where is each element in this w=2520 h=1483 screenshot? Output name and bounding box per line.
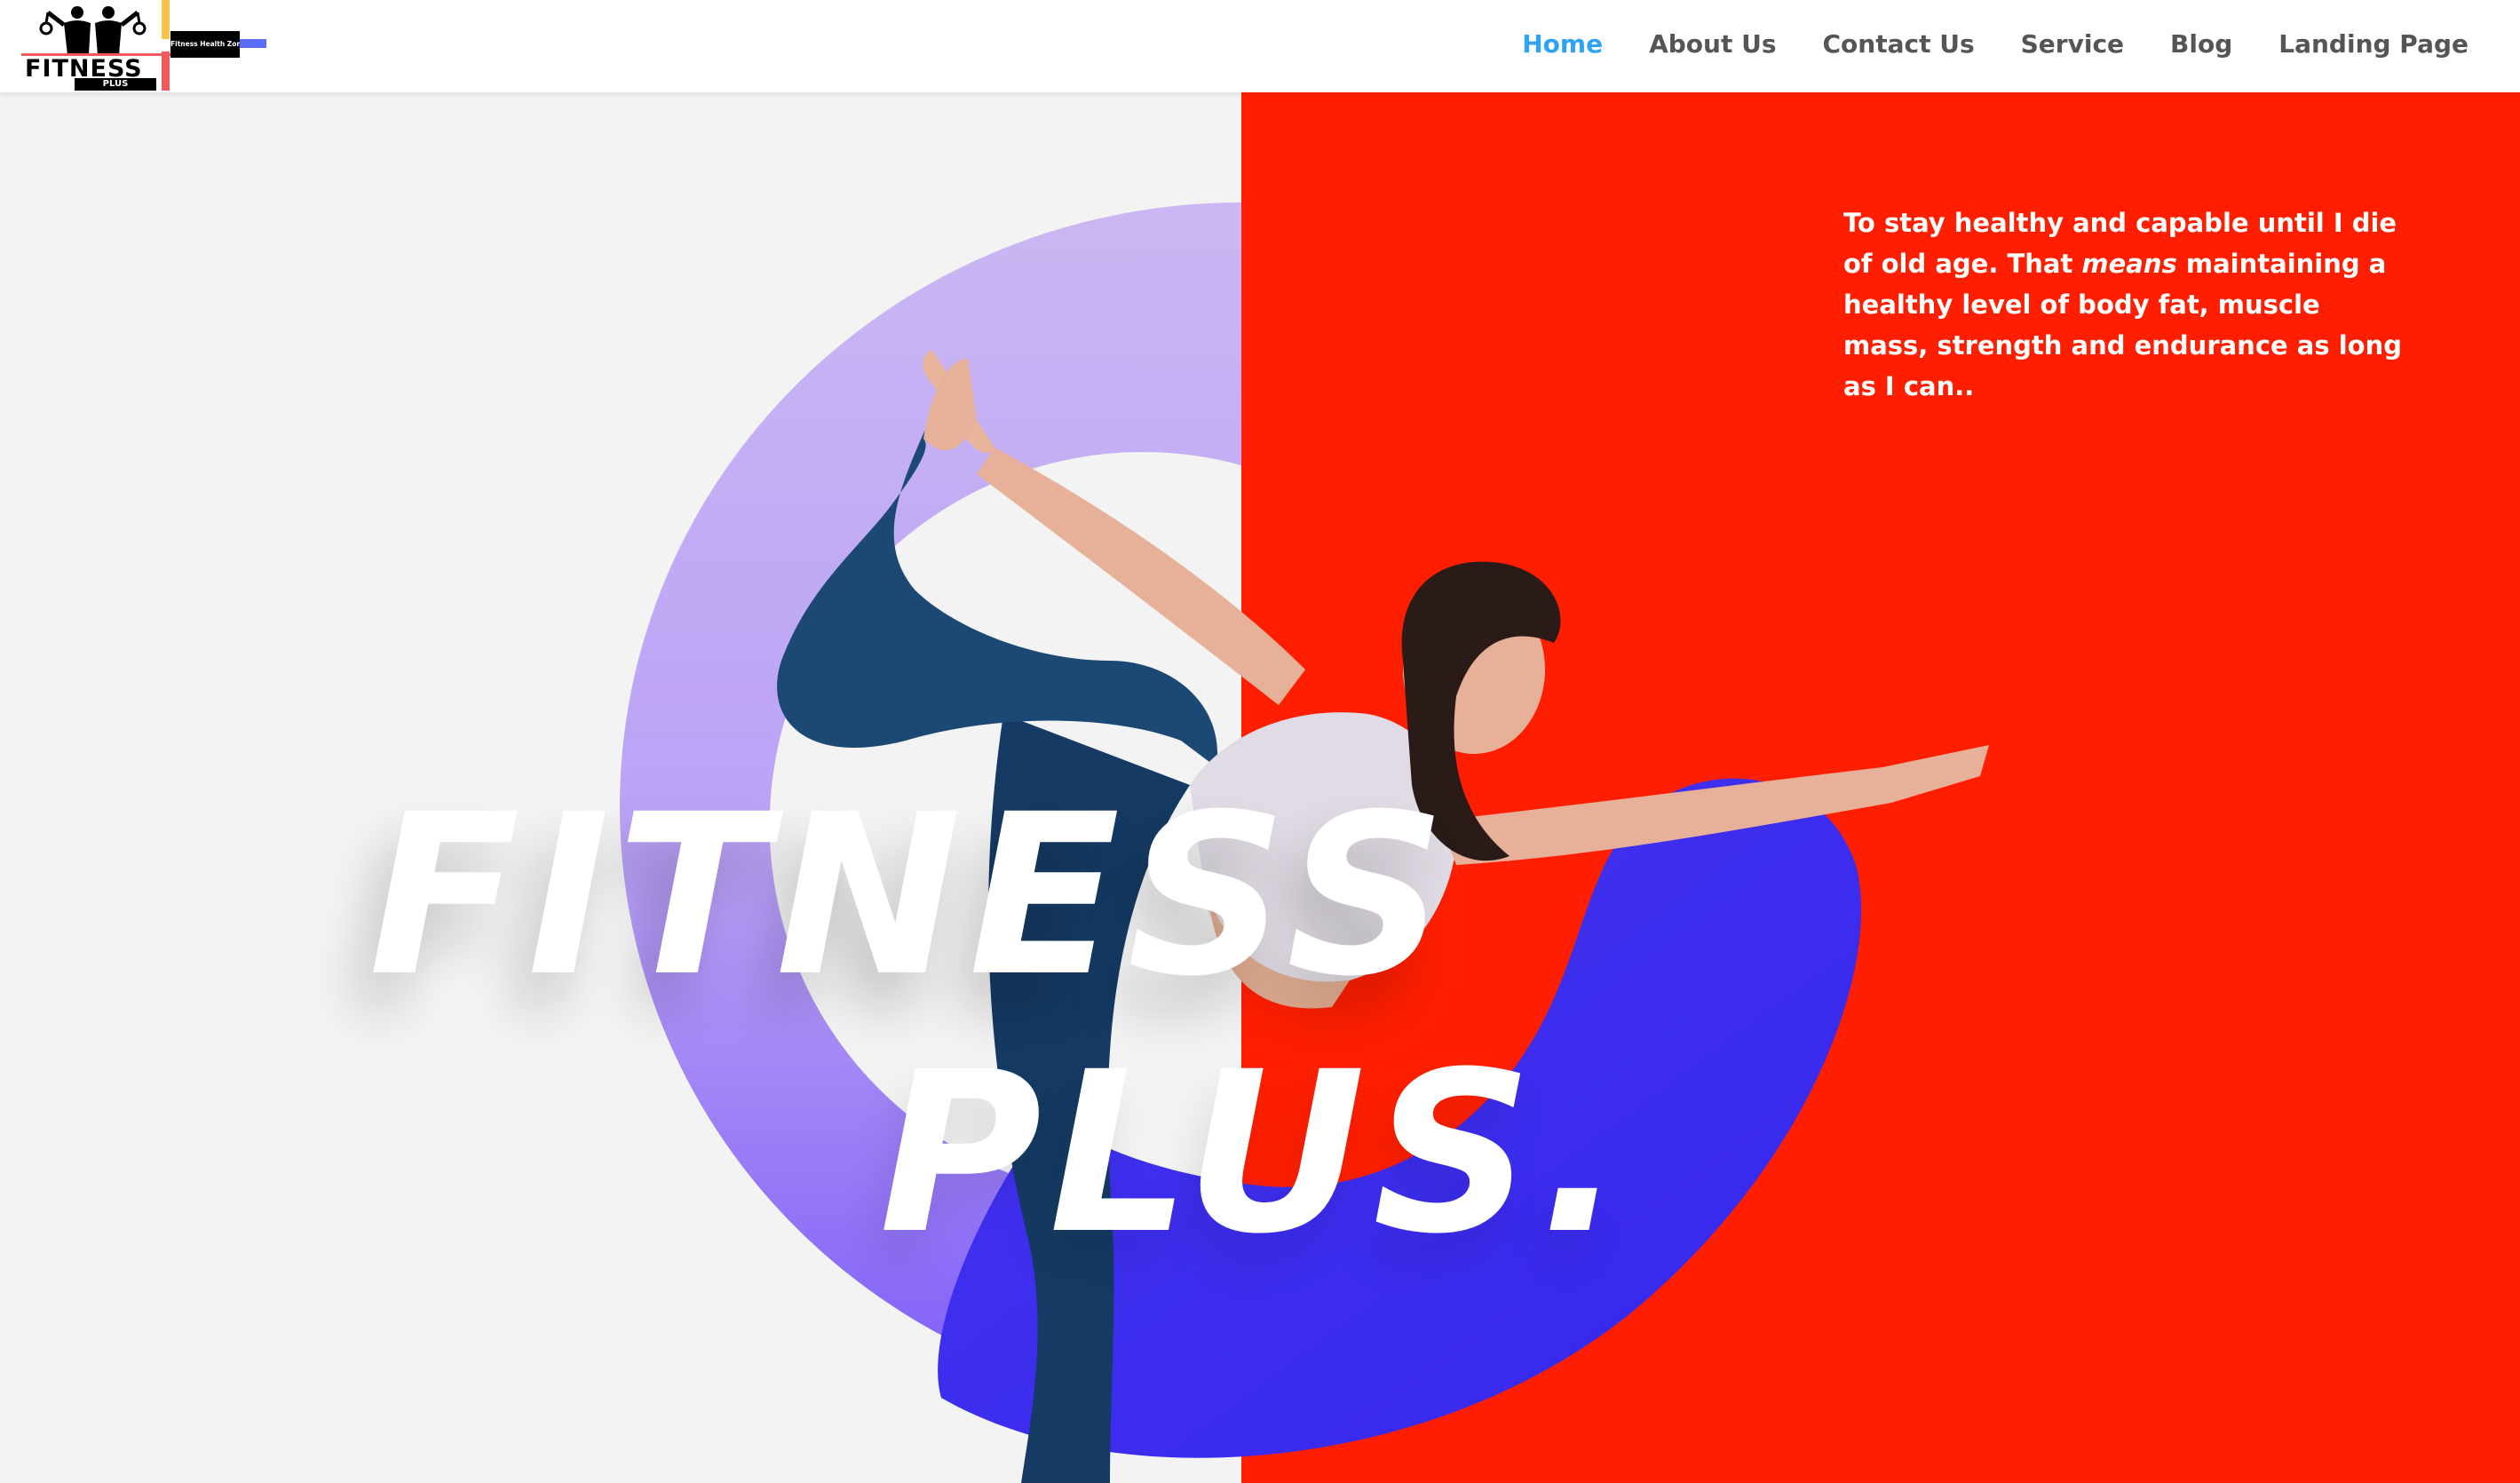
hero-title-line-2: PLUS. [879, 1024, 1631, 1282]
nav-item-service[interactable]: Service [2021, 27, 2124, 62]
hero-quote: To stay healthy and capable until I die … [1843, 202, 2412, 407]
nav-item-landing-page[interactable]: Landing Page [2278, 27, 2468, 62]
logo-accent-yellow [162, 0, 170, 39]
logo-tagline: Fitness Health Zone [170, 31, 240, 58]
hero-section: To stay healthy and capable until I die … [0, 92, 2520, 1483]
logo-accent-blue [240, 39, 266, 48]
logo-accent-red [162, 52, 170, 91]
nav-item-home[interactable]: Home [1522, 27, 1603, 62]
site-header: FITNESS PLUS Fitness Health Zone Home Ab… [0, 0, 2520, 92]
logo-sub: PLUS [75, 78, 156, 91]
hero-title-line-1: FITNESS [368, 766, 1454, 1025]
site-logo[interactable]: FITNESS PLUS Fitness Health Zone [21, 0, 270, 92]
nav-item-about-us[interactable]: About Us [1649, 27, 1776, 62]
quote-emphasis: means [2081, 249, 2177, 279]
main-nav: Home About Us Contact Us Service Blog La… [1522, 27, 2468, 62]
nav-item-blog[interactable]: Blog [2170, 27, 2232, 62]
logo-wordmark: FITNESS [25, 55, 143, 83]
athletes-logo-icon [39, 6, 147, 55]
nav-item-contact-us[interactable]: Contact Us [1823, 27, 1975, 62]
